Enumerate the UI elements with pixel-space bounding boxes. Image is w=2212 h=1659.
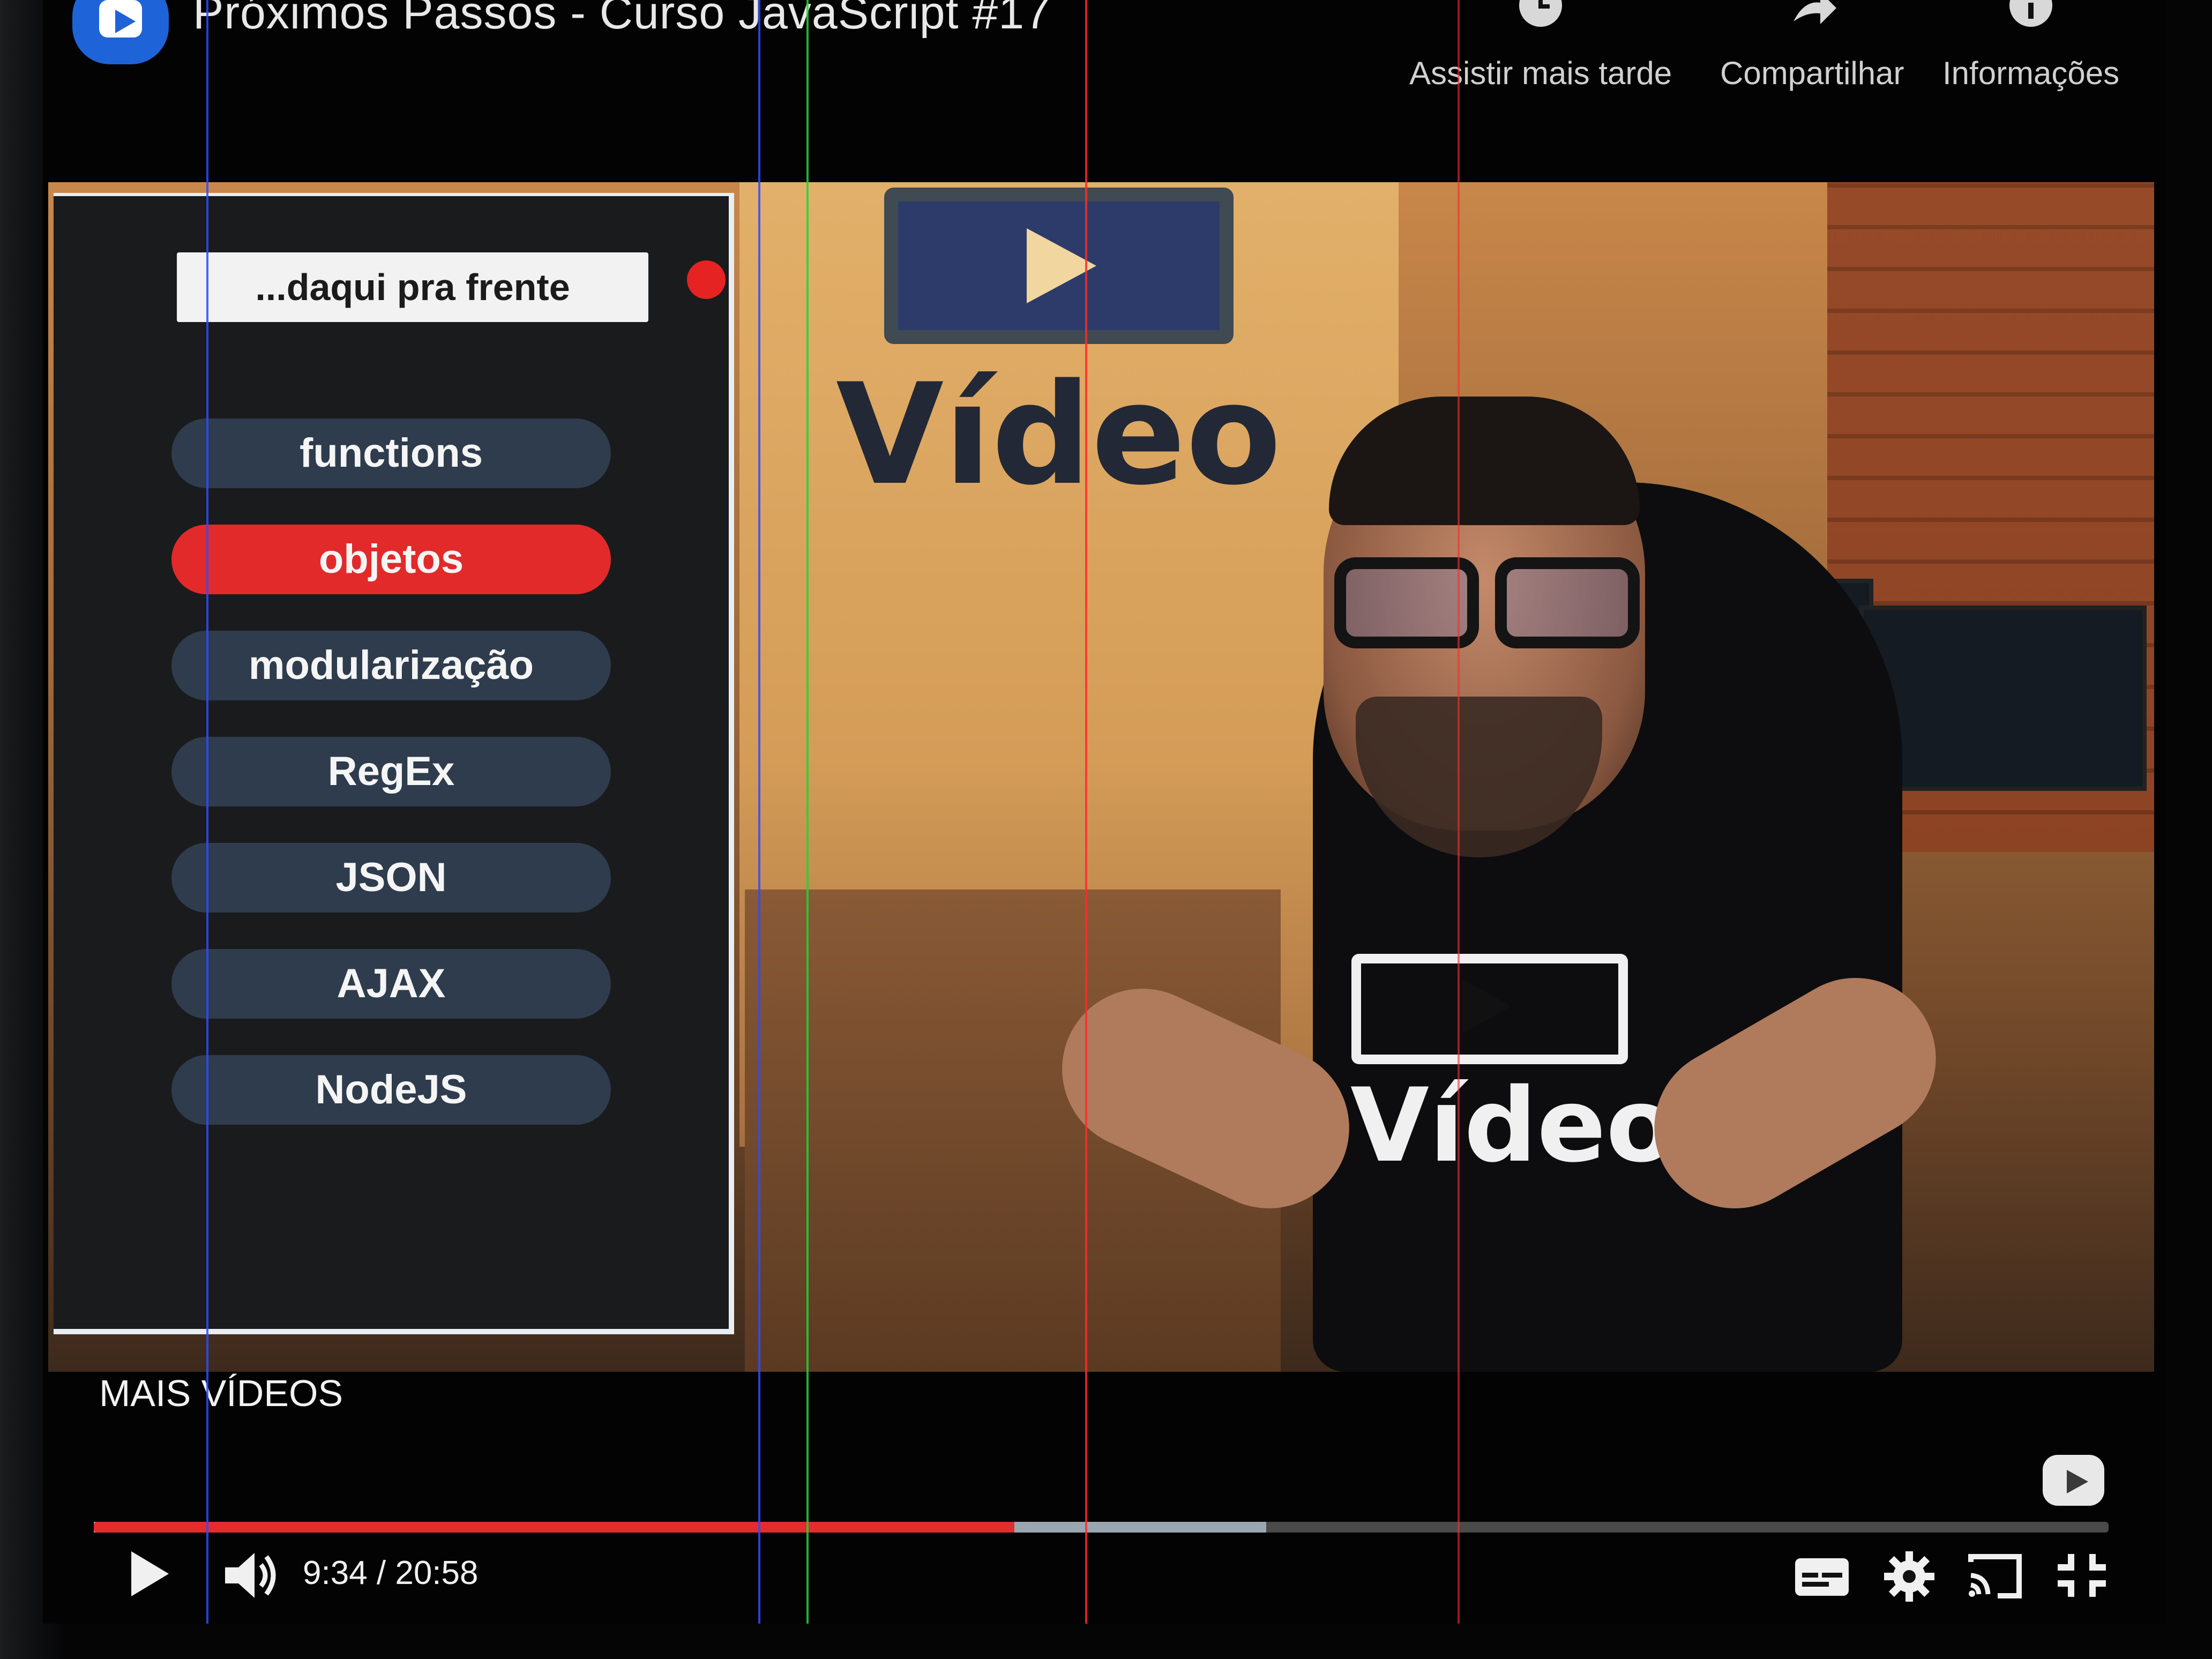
play-icon[interactable]	[131, 1551, 169, 1596]
watch-later-label: Assistir mais tarde	[1409, 55, 1672, 91]
youtube-watermark-icon[interactable]	[2043, 1455, 2104, 1506]
topic-pill-functions: functions	[171, 419, 611, 488]
record-dot-icon	[687, 260, 726, 299]
screen-artifact-line	[1458, 0, 1460, 1624]
studio-monitor	[1859, 606, 2147, 791]
cast-icon[interactable]	[1966, 1549, 2024, 1602]
topic-pill-ajax: AJAX	[171, 949, 611, 1019]
video-title[interactable]: Próximos Passos - Curso JavaScript #17	[193, 0, 1051, 40]
watch-later-button[interactable]: Assistir mais tarde	[1409, 0, 1672, 92]
more-videos-label[interactable]: MAIS VÍDEOS	[99, 1372, 343, 1415]
info-button[interactable]: Informações	[1942, 0, 2119, 92]
curso-em-video-wall-logo: Vídeo	[836, 188, 1281, 505]
topic-pill-regex: RegEx	[171, 737, 611, 806]
topic-pill-objetos: objetos	[171, 525, 611, 594]
topic-pill-nodejs: NodeJS	[171, 1055, 611, 1125]
screen-artifact-line	[206, 0, 208, 1624]
volume-icon[interactable]	[222, 1549, 281, 1602]
progress-played	[94, 1522, 1015, 1533]
progress-bar[interactable]	[94, 1522, 2109, 1533]
clock-icon	[1519, 0, 1563, 27]
topics-panel: ...daqui pra frente functions objetos modu…	[54, 193, 734, 1334]
screen-artifact-line	[1085, 0, 1087, 1624]
topic-pill-modulariza-o: modularização	[171, 631, 611, 700]
share-arrow-icon	[1793, 0, 1836, 24]
exit-fullscreen-icon[interactable]	[2052, 1549, 2111, 1602]
screen-artifact-line	[758, 0, 760, 1624]
time-display: 9:34 / 20:58	[303, 1555, 479, 1591]
info-label: Informações	[1942, 55, 2120, 91]
subtitles-icon[interactable]	[1792, 1549, 1851, 1602]
panel-heading: ...daqui pra frente	[177, 252, 648, 322]
topic-pill-json: JSON	[171, 843, 611, 913]
wall-logo-text: Vídeo	[836, 354, 1282, 516]
monitor-play-logo-icon	[884, 188, 1234, 344]
settings-gear-icon[interactable]	[1880, 1549, 1939, 1602]
screen-artifact-line	[806, 0, 809, 1624]
presenter-glasses	[1318, 557, 1667, 654]
video-player-screen: Próximos Passos - Curso JavaScript #17 A…	[43, 0, 2165, 1624]
share-label: Compartilhar	[1720, 55, 1904, 91]
presenter-hands	[1035, 948, 1967, 1302]
info-icon	[2009, 0, 2053, 27]
share-button[interactable]: Compartilhar	[1720, 0, 1904, 92]
youtube-channel-logo-icon[interactable]	[72, 0, 169, 64]
